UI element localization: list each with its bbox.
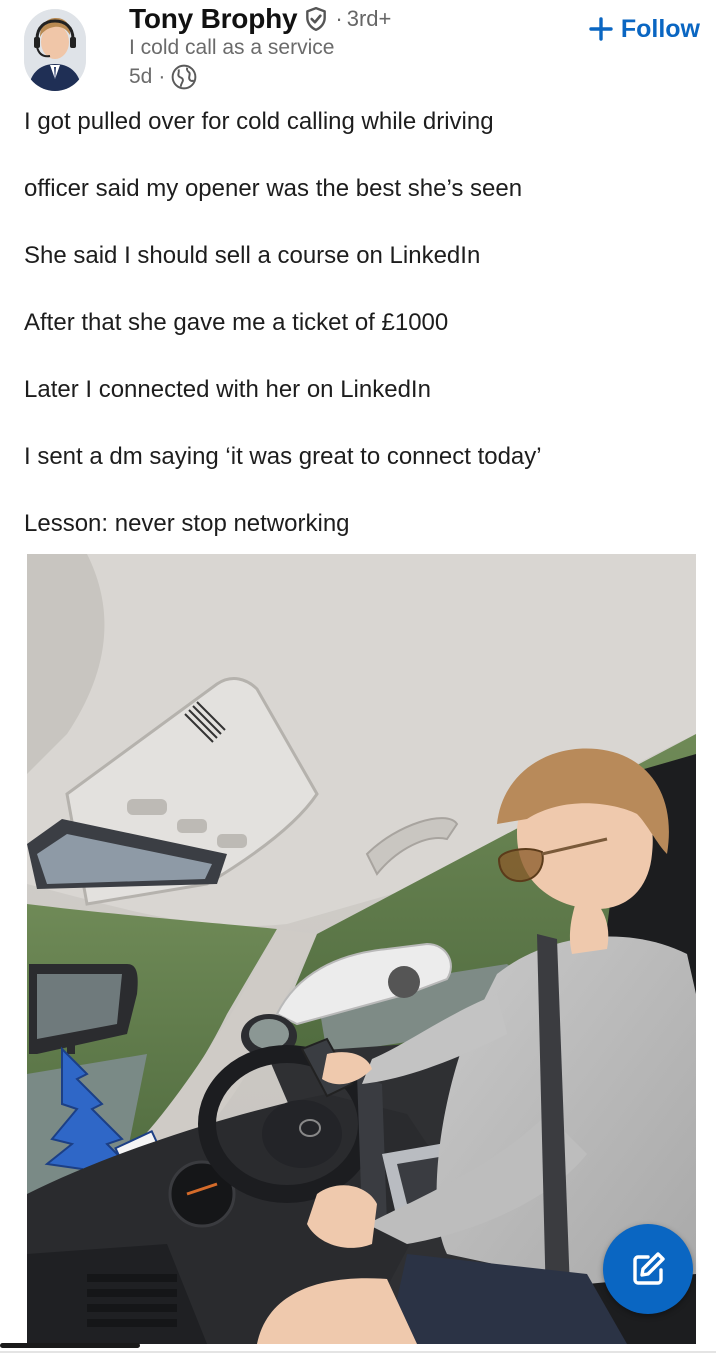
post-header: Tony Brophy · 3rd+ I cold call as a serv… xyxy=(0,0,716,100)
globe-icon xyxy=(171,64,197,90)
home-indicator xyxy=(0,1343,140,1348)
author-avatar[interactable] xyxy=(24,9,86,91)
verified-icon xyxy=(303,6,329,32)
post-body: I got pulled over for cold calling while… xyxy=(24,104,694,573)
post-line: I got pulled over for cold calling while… xyxy=(24,108,494,135)
car-interior-photo-icon xyxy=(27,554,696,1344)
post-line: I sent a dm saying ‘it was great to conn… xyxy=(24,443,542,470)
avatar-photo-icon xyxy=(24,9,86,91)
compose-icon xyxy=(633,1252,665,1285)
post-image[interactable] xyxy=(27,554,696,1344)
post-time: 5d xyxy=(129,65,153,88)
plus-icon xyxy=(589,17,613,41)
post-line: After that she gave me a ticket of £1000 xyxy=(24,309,449,336)
post-line: officer said my opener was the best she’… xyxy=(24,175,523,202)
author-name[interactable]: Tony Brophy xyxy=(129,3,298,35)
follow-label: Follow xyxy=(620,14,700,43)
degree-separator: · xyxy=(335,6,343,31)
meta-separator: · xyxy=(158,65,166,88)
compose-button[interactable] xyxy=(603,1224,693,1314)
author-name-row: Tony Brophy · 3rd+ xyxy=(129,2,391,36)
post-meta: 5d · xyxy=(129,64,197,90)
post-line: Later I connected with her on LinkedIn xyxy=(24,376,431,403)
bottom-divider xyxy=(0,1351,716,1353)
author-headline: I cold call as a service xyxy=(129,36,335,59)
follow-button[interactable]: Follow xyxy=(589,12,700,46)
connection-degree: 3rd+ xyxy=(346,6,392,31)
post-line: She said I should sell a course on Linke… xyxy=(24,242,481,269)
